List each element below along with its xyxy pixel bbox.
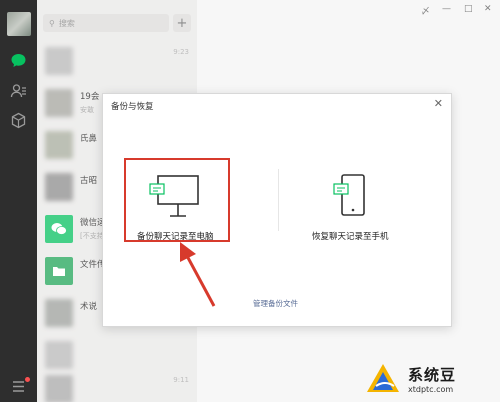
chat-icon[interactable] [10, 52, 27, 69]
watermark-url: xtdptc.com [408, 384, 454, 394]
arrow-annotation [180, 242, 216, 307]
phone-icon [333, 174, 366, 216]
avatar[interactable] [7, 12, 31, 36]
restore-to-phone-option[interactable]: 恢复聊天记录至手机 [312, 172, 389, 242]
nav-rail [0, 0, 37, 402]
notification-dot [25, 377, 30, 382]
dialog-title: 备份与恢复 [111, 102, 154, 112]
watermark: 系统豆 xtdptc.com [364, 355, 500, 402]
collections-icon[interactable] [10, 112, 27, 129]
restore-to-phone-label: 恢复聊天记录至手机 [312, 232, 389, 242]
highlight-box [124, 158, 230, 242]
dialog-close-icon[interactable]: ✕ [434, 97, 443, 110]
logo-icon [367, 363, 399, 392]
manage-backup-files-link[interactable]: 管理备份文件 [253, 298, 298, 309]
contacts-icon[interactable] [10, 82, 27, 99]
watermark-brand: 系统豆 [408, 365, 457, 384]
divider [278, 169, 279, 231]
